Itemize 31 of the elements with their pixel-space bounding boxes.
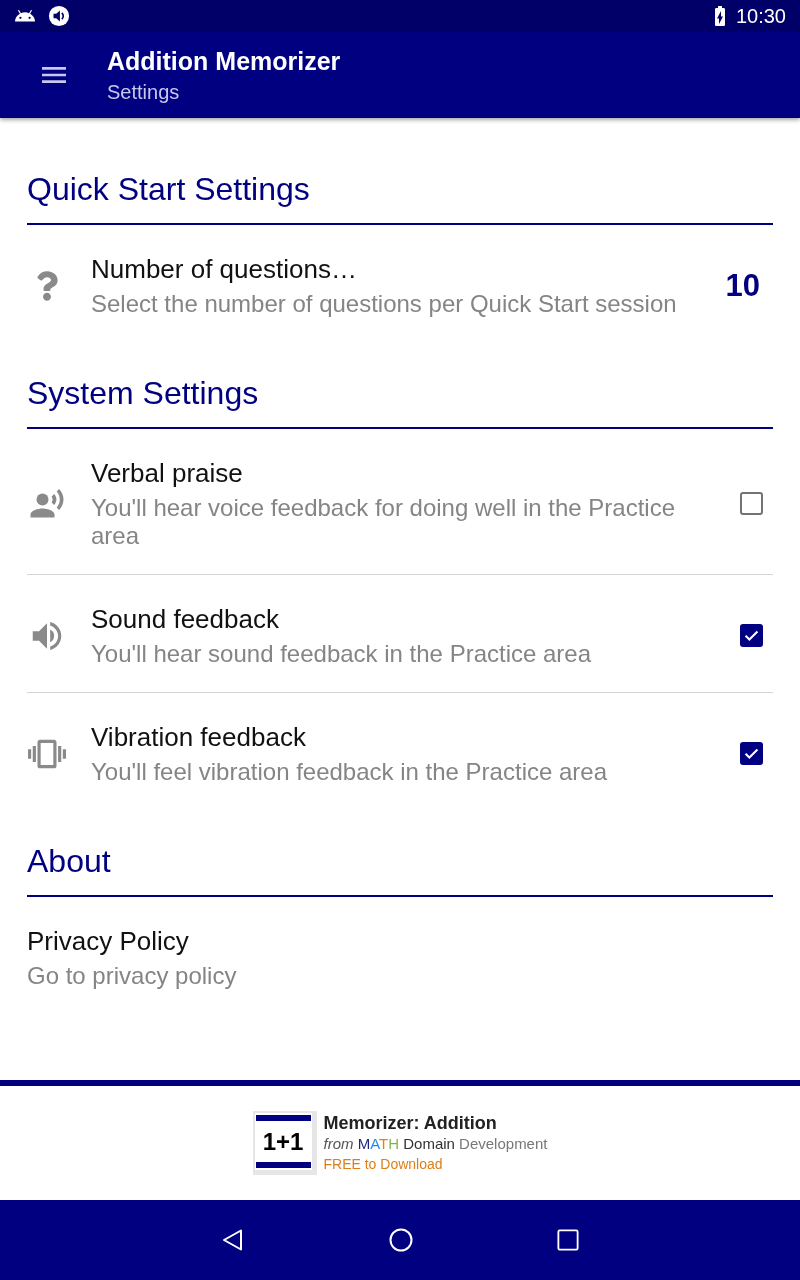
setting-summary: You'll hear sound feedback in the Practice area [91, 640, 593, 668]
speaker-circle-icon [48, 5, 70, 27]
checkbox[interactable] [740, 742, 763, 765]
logo-text: 1+1 [262, 1129, 304, 1154]
setting-summary: You'll hear voice feedback for doing well in the Practice area [91, 494, 677, 550]
status-time: 10:30 [735, 4, 786, 29]
setting-title: Sound feedback [91, 603, 280, 635]
section-header: System Settings [27, 375, 260, 411]
setting-value: 10 [725, 267, 760, 304]
ad-title: Memorizer: Addition [323, 1112, 498, 1134]
setting-summary: You'll feel vibration feedback in the Practice area [91, 758, 608, 786]
setting-title: Number of questions… [91, 253, 358, 285]
checkbox[interactable] [740, 492, 763, 515]
setting-title: Verbal praise [91, 457, 244, 489]
recents-icon[interactable] [557, 1229, 579, 1251]
app-subtitle: Settings [107, 80, 181, 105]
home-icon[interactable] [389, 1228, 413, 1252]
setting-title: Vibration feedback [91, 721, 307, 753]
question-mark-icon [36, 270, 58, 301]
setting-summary: Go to privacy policy [27, 962, 238, 990]
section-header: Quick Start Settings [27, 171, 311, 207]
checkmark-icon [744, 630, 759, 641]
setting-summary: Select the number of questions per Quick Start session [91, 290, 678, 318]
ad-byline: from MATH Domain Development [323, 1134, 548, 1154]
ad-tagline: FREE to Download [323, 1155, 444, 1174]
app-title: Addition Memorizer [107, 46, 341, 77]
checkbox[interactable] [740, 624, 763, 647]
setting-title: Privacy Policy [27, 925, 190, 957]
back-icon[interactable] [221, 1228, 245, 1252]
section-header: About [27, 843, 112, 879]
checkmark-icon [744, 748, 759, 759]
